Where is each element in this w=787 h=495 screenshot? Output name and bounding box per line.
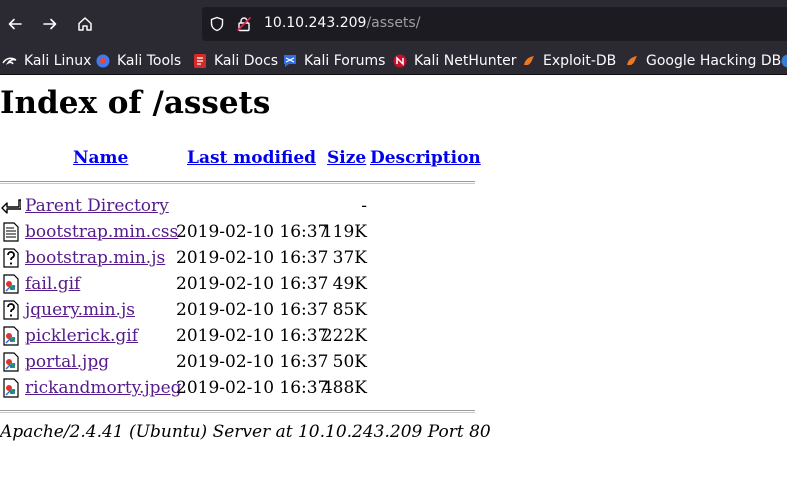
insecure-lock-icon[interactable] — [235, 15, 253, 33]
file-modified: 2019-02-10 16:37 — [176, 248, 329, 268]
file-modified: 2019-02-10 16:37 — [176, 300, 329, 320]
image-file-icon — [3, 274, 19, 294]
bookmark-kali-docs[interactable]: Kali Docs — [192, 51, 278, 71]
url-host: 10.10.243.209 — [264, 15, 367, 31]
file-size: 222K — [321, 326, 367, 346]
forward-button[interactable] — [37, 11, 63, 37]
file-size: 85K — [332, 300, 367, 320]
table-row: Parent Directory - — [0, 193, 480, 219]
back-folder-icon — [1, 199, 21, 214]
bookmark-label: Kali Docs — [214, 53, 279, 69]
file-size: 50K — [332, 352, 367, 372]
arrow-right-icon — [43, 18, 57, 30]
file-size: 488K — [321, 378, 367, 398]
unknown-file-icon — [3, 248, 19, 268]
column-header-name[interactable]: Name — [73, 148, 128, 168]
file-modified: 2019-02-10 16:37 — [176, 326, 329, 346]
bookmark-exploit-db[interactable]: Exploit-DB — [521, 51, 616, 71]
bookmark-label: Exploit-DB — [543, 53, 617, 69]
exploit-db-icon — [521, 53, 537, 69]
home-button[interactable] — [72, 11, 98, 37]
kali-dragon-icon — [2, 53, 18, 69]
table-row: picklerick.gif 2019-02-10 16:37 222K — [0, 323, 480, 349]
kali-docs-icon — [192, 53, 208, 69]
file-size: 119K — [321, 222, 367, 242]
url-text[interactable]: 10.10.243.209/assets/ — [264, 15, 420, 31]
bookmark-kali-forums[interactable]: Kali Forums — [282, 51, 385, 71]
table-row: bootstrap.min.css 2019-02-10 16:37 119K — [0, 219, 480, 245]
bookmark-label: Kali Linux — [24, 53, 92, 69]
globe-icon — [780, 53, 787, 69]
browser-toolbar: 10.10.243.209/assets/ — [0, 0, 787, 47]
url-bar[interactable]: 10.10.243.209/assets/ — [202, 7, 787, 41]
table-row: jquery.min.js 2019-02-10 16:37 85K — [0, 297, 480, 323]
column-header-last-modified[interactable]: Last modified — [187, 148, 316, 168]
parent-directory-link[interactable]: Parent Directory — [25, 196, 169, 216]
text-file-icon — [3, 222, 19, 242]
file-link[interactable]: fail.gif — [25, 274, 80, 294]
file-size: 49K — [332, 274, 367, 294]
bookmark-label: Kali Tools — [117, 53, 182, 69]
bookmark-kali-linux[interactable]: Kali Linux — [2, 51, 91, 71]
ghdb-icon — [624, 53, 640, 69]
file-link[interactable]: picklerick.gif — [25, 326, 138, 346]
file-link[interactable]: portal.jpg — [25, 352, 109, 372]
file-modified: 2019-02-10 16:37 — [176, 352, 329, 372]
kali-forums-icon — [282, 53, 298, 69]
image-file-icon — [3, 326, 19, 346]
bookmark-label: Kali Forums — [304, 53, 386, 69]
image-file-icon — [3, 378, 19, 398]
file-size: - — [361, 196, 367, 216]
column-header-size[interactable]: Size — [327, 148, 366, 168]
directory-listing-page: Index of /assets Name Last modified Size… — [0, 75, 787, 495]
table-row: rickandmorty.jpeg 2019-02-10 16:37 488K — [0, 375, 480, 401]
table-row: bootstrap.min.js 2019-02-10 16:37 37K — [0, 245, 480, 271]
back-button[interactable] — [2, 11, 28, 37]
arrow-left-icon — [8, 18, 22, 30]
column-header-description[interactable]: Description — [370, 148, 481, 168]
home-icon — [78, 17, 92, 31]
file-link[interactable]: bootstrap.min.css — [25, 222, 178, 242]
kali-tools-icon — [95, 53, 111, 69]
kali-nethunter-icon — [392, 53, 408, 69]
header-divider — [0, 181, 475, 183]
table-row: portal.jpg 2019-02-10 16:37 50K — [0, 349, 480, 375]
shield-icon[interactable] — [208, 15, 226, 33]
file-link[interactable]: bootstrap.min.js — [25, 248, 165, 268]
file-modified: 2019-02-10 16:37 — [176, 222, 329, 242]
file-modified: 2019-02-10 16:37 — [176, 274, 329, 294]
table-row: fail.gif 2019-02-10 16:37 49K — [0, 271, 480, 297]
unknown-file-icon — [3, 300, 19, 320]
file-link[interactable]: rickandmorty.jpeg — [25, 378, 182, 398]
image-file-icon — [3, 352, 19, 372]
url-path: /assets/ — [366, 15, 421, 31]
server-signature: Apache/2.4.41 (Ubuntu) Server at 10.10.2… — [0, 422, 491, 442]
file-link[interactable]: jquery.min.js — [25, 300, 135, 320]
bookmark-overflow[interactable] — [780, 51, 787, 71]
file-size: 37K — [332, 248, 367, 268]
file-modified: 2019-02-10 16:37 — [176, 378, 329, 398]
bookmark-kali-nethunter[interactable]: Kali NetHunter — [392, 51, 516, 71]
bookmark-kali-tools[interactable]: Kali Tools — [95, 51, 181, 71]
bookmark-label: Kali NetHunter — [414, 53, 517, 69]
page-title: Index of /assets — [0, 85, 271, 121]
bookmarks-toolbar: Kali Linux Kali Tools Kali Docs Kali For… — [0, 47, 787, 75]
footer-divider — [0, 410, 475, 412]
bookmark-label: Google Hacking DB — [646, 53, 782, 69]
bookmark-ghdb[interactable]: Google Hacking DB — [624, 51, 781, 71]
